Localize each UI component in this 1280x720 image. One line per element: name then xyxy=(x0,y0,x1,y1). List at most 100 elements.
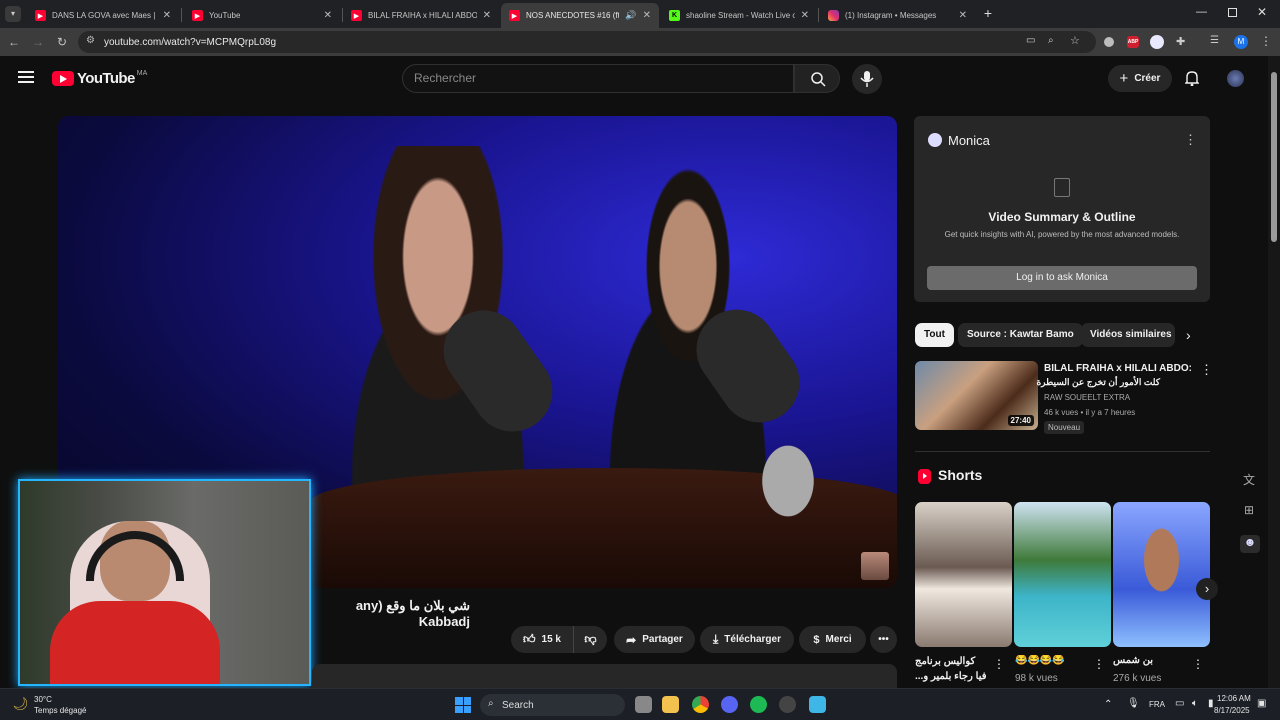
download-icon: ⤓ xyxy=(712,632,719,646)
close-icon[interactable]: ✕ xyxy=(324,10,332,21)
channel-watermark[interactable] xyxy=(861,552,889,580)
tab-2[interactable]: ▶ BILAL FRAIHA x HILALI ABDO: ✕ xyxy=(343,3,499,28)
scrollbar-thumb[interactable] xyxy=(1271,72,1277,242)
weather-desc[interactable]: Temps dégagé xyxy=(34,706,86,715)
chip-similar[interactable]: Vidéos similaires xyxy=(1081,323,1175,347)
restore-button[interactable] xyxy=(1228,8,1237,17)
windows-start-icon[interactable] xyxy=(455,697,471,713)
taskbar-search-label: Search xyxy=(502,699,534,711)
monica-panel: Monica ⋮ Video Summary & Outline Get qui… xyxy=(914,116,1210,302)
like-button[interactable]: 👍︎ 15 k xyxy=(511,626,573,653)
microphone-tray-icon[interactable]: 🎙︎ xyxy=(1127,698,1140,709)
chrome-icon[interactable] xyxy=(692,696,709,713)
clock-date[interactable]: 8/17/2025 xyxy=(1214,706,1250,715)
recommended-title[interactable]: BILAL FRAIHA x HILALI ABDO: xyxy=(1044,363,1192,374)
notifications-bell-icon[interactable] xyxy=(1184,70,1200,91)
short-menu-icon[interactable]: ⋮ xyxy=(1093,657,1105,671)
spotify-icon[interactable] xyxy=(750,696,767,713)
tab-1[interactable]: ▶ YouTube ✕ xyxy=(184,3,340,28)
speaker-icon[interactable]: 🔊 xyxy=(625,10,636,21)
chip-source[interactable]: Source : Kawtar Bamo xyxy=(958,323,1083,347)
monica-login-button[interactable]: Log in to ask Monica xyxy=(927,266,1197,290)
account-avatar[interactable] xyxy=(1227,70,1244,87)
tab-3-active[interactable]: ▶ NOS ANECDOTES #16 (ft Fa 🔊 ✕ xyxy=(501,3,659,28)
close-icon[interactable]: ✕ xyxy=(801,10,809,21)
browser-menu-icon[interactable]: ⋮ xyxy=(1260,34,1272,48)
short-menu-icon[interactable]: ⋮ xyxy=(1192,657,1204,671)
battery-icon[interactable]: ▮ xyxy=(1208,698,1214,709)
file-explorer-icon[interactable] xyxy=(662,696,679,713)
tab-0[interactable]: ▶ DANS LA GOVA avec Maes | "Le ✕ xyxy=(27,3,179,28)
region-code: MA xyxy=(136,70,148,77)
more-actions-button[interactable]: ••• xyxy=(870,626,897,653)
reading-list-icon[interactable]: ☰ xyxy=(1210,35,1219,46)
tab-5[interactable]: (1) Instagram • Messages ✕ xyxy=(820,3,975,28)
language-indicator[interactable]: FRA xyxy=(1149,700,1165,709)
weather-moon-icon[interactable]: 🌙︎ xyxy=(12,696,29,712)
task-view-icon[interactable] xyxy=(635,696,652,713)
hamburger-menu-icon[interactable] xyxy=(18,71,34,83)
site-info-icon[interactable]: ⚙ xyxy=(86,35,95,46)
voice-search-button[interactable] xyxy=(852,64,882,94)
cast-icon[interactable]: ▭ xyxy=(1026,35,1035,46)
recommended-subtitle[interactable]: كلت الأمور أن تخرج عن السيطرة xyxy=(1036,377,1160,388)
profile-avatar[interactable]: M xyxy=(1234,35,1248,49)
close-icon[interactable]: ✕ xyxy=(643,10,651,21)
translate-icon[interactable]: 文 xyxy=(1240,471,1258,489)
thanks-button[interactable]: $ Merci xyxy=(799,626,866,653)
monica-extension-icon[interactable] xyxy=(1150,35,1164,49)
short-thumbnail-2[interactable] xyxy=(1113,502,1210,647)
tray-chevron-up-icon[interactable]: ⌃ xyxy=(1104,699,1112,710)
minimize-button[interactable]: — xyxy=(1196,6,1207,18)
tab-4[interactable]: K shaoline Stream - Watch Live o ✕ xyxy=(661,3,817,28)
reload-icon[interactable]: ↻ xyxy=(54,34,70,50)
discord-icon[interactable] xyxy=(721,696,738,713)
shorts-next-button[interactable]: › xyxy=(1196,578,1218,600)
short-title-1[interactable]: 😂😂😂😂 xyxy=(1015,655,1065,666)
short-title-0[interactable]: كواليس برنامج xyxy=(915,656,987,667)
download-button[interactable]: ⤓ Télécharger xyxy=(700,626,794,653)
dislike-button[interactable]: 👎︎ xyxy=(573,626,607,653)
close-icon[interactable]: ✕ xyxy=(483,10,491,21)
close-icon[interactable]: ✕ xyxy=(163,10,171,21)
volume-icon[interactable]: 🔈︎ xyxy=(1192,698,1198,709)
short-title-0-line2[interactable]: فيا رجاء بلمير و... xyxy=(915,671,987,682)
short-title-2[interactable]: بن شمس xyxy=(1113,655,1163,666)
monica-side-icon[interactable]: ☻ xyxy=(1240,535,1260,553)
monica-menu-icon[interactable]: ⋮ xyxy=(1184,132,1197,148)
notifications-icon[interactable]: ▣ xyxy=(1257,698,1266,709)
recommended-thumbnail[interactable]: 27:40 xyxy=(915,361,1038,430)
chip-all[interactable]: Tout xyxy=(915,323,954,347)
create-button[interactable]: + Créer xyxy=(1108,65,1172,92)
grid-tools-icon[interactable]: ⊞ xyxy=(1240,503,1258,521)
short-thumbnail-1[interactable] xyxy=(1014,502,1111,647)
extensions-puzzle-icon[interactable]: ✚ xyxy=(1176,35,1185,48)
monica-logo-icon xyxy=(928,133,942,147)
search-button[interactable] xyxy=(794,64,840,93)
share-button[interactable]: ➦ Partager xyxy=(614,626,695,653)
clock-time[interactable]: 12:06 AM xyxy=(1217,694,1251,703)
recommended-menu-icon[interactable]: ⋮ xyxy=(1200,362,1213,378)
obs-icon[interactable] xyxy=(779,696,796,713)
address-bar[interactable]: ⚙ youtube.com/watch?v=MCPMQrpL08g ▭ ⌕ ☆ xyxy=(78,31,1096,53)
recommended-channel[interactable]: RAW SOUEELT EXTRA xyxy=(1044,393,1130,402)
bookmark-star-icon[interactable]: ☆ xyxy=(1070,34,1080,47)
network-icon[interactable]: ▭ xyxy=(1175,698,1184,709)
adblock-extension-icon[interactable]: ABP xyxy=(1127,36,1139,48)
new-tab-button[interactable]: + xyxy=(980,5,996,21)
notepad-icon[interactable] xyxy=(809,696,826,713)
extension-icon[interactable] xyxy=(1104,37,1114,47)
forward-icon[interactable]: → xyxy=(30,34,46,50)
back-icon[interactable]: ← xyxy=(6,34,22,50)
tab-search-dropdown[interactable]: ▾ xyxy=(5,6,21,22)
search-input[interactable]: Rechercher xyxy=(402,64,794,93)
short-thumbnail-0[interactable] xyxy=(915,502,1012,647)
taskbar-search[interactable]: ⌕ Search xyxy=(480,694,625,716)
youtube-logo[interactable]: YouTube MA xyxy=(52,70,147,87)
short-menu-icon[interactable]: ⋮ xyxy=(993,657,1005,671)
weather-temp[interactable]: 30°C xyxy=(34,695,52,704)
close-window-button[interactable]: ✕ xyxy=(1257,5,1267,19)
chevron-right-icon[interactable]: › xyxy=(1186,327,1191,343)
zoom-icon[interactable]: ⌕ xyxy=(1048,35,1054,46)
close-icon[interactable]: ✕ xyxy=(959,10,967,21)
